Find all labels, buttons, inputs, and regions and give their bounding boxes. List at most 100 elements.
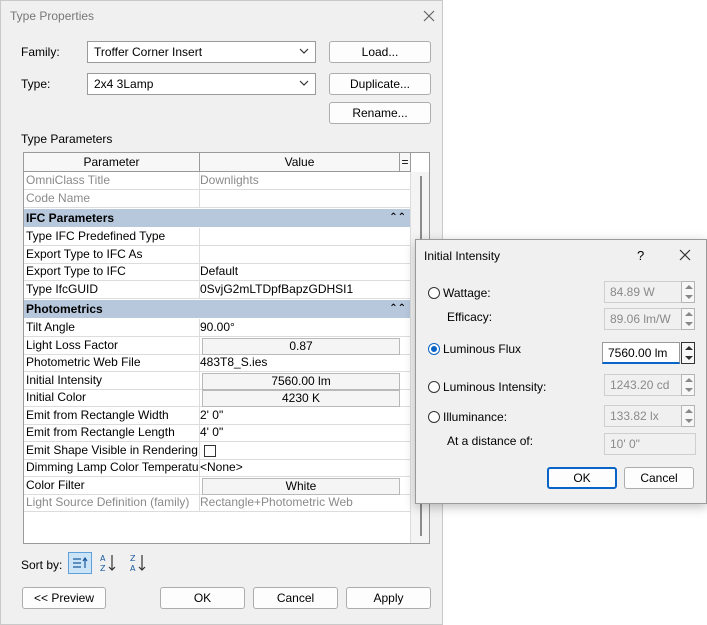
luminous-intensity-label: Luminous Intensity:: [443, 380, 547, 394]
distance-label: At a distance of:: [447, 434, 534, 448]
sort-ascending-button[interactable]: AZ: [97, 552, 121, 574]
table-row[interactable]: Tilt Angle 90.00°: [24, 319, 410, 338]
cancel-button[interactable]: Cancel: [253, 587, 338, 609]
collapse-icon[interactable]: ⌃⌃: [389, 300, 406, 318]
illuminance-label: Illuminance:: [443, 410, 508, 424]
table-row[interactable]: Emit Shape Visible in Rendering: [24, 442, 410, 461]
column-header-formula[interactable]: =: [400, 153, 411, 172]
table-row[interactable]: Code Name: [24, 190, 410, 209]
parameter-grid: Parameter Value = OmniClass Title Downli…: [23, 152, 430, 544]
parameter-value[interactable]: 0SvjG2mLTDpfBapzGDHSI1: [200, 281, 408, 298]
parameter-name: Type IFC Predefined Type: [26, 229, 166, 243]
type-label: Type:: [21, 77, 51, 91]
wattage-radio[interactable]: [428, 287, 440, 299]
parameter-value[interactable]: Default: [200, 263, 408, 280]
parameter-name: Export Type to IFC: [26, 264, 126, 278]
apply-button[interactable]: Apply: [346, 587, 431, 609]
initial-intensity-button[interactable]: 7560.00 lm: [202, 373, 400, 390]
table-row[interactable]: Light Source Definition (family) Rectang…: [24, 494, 410, 513]
sort-grouped-button[interactable]: [68, 552, 92, 574]
parameter-value[interactable]: [200, 246, 408, 263]
help-button[interactable]: ?: [637, 248, 644, 263]
close-icon[interactable]: [679, 249, 691, 261]
sort-grouped-icon: [73, 556, 88, 568]
type-value: 2x4 3Lamp: [94, 77, 154, 91]
group-header-ifc[interactable]: IFC Parameters ⌃⌃: [24, 209, 410, 227]
table-row[interactable]: Light Loss Factor 0.87: [24, 337, 410, 356]
table-row[interactable]: OmniClass Title Downlights: [24, 172, 410, 191]
duplicate-button[interactable]: Duplicate...: [329, 73, 431, 95]
column-header-value[interactable]: Value: [200, 153, 400, 172]
collapse-icon[interactable]: ⌃⌃: [389, 209, 406, 227]
type-combo[interactable]: 2x4 3Lamp: [87, 73, 316, 95]
wattage-label: Wattage:: [443, 286, 491, 300]
preview-button[interactable]: << Preview: [22, 587, 106, 609]
parameter-name: Emit from Rectangle Length: [26, 425, 175, 439]
parameter-value[interactable]: [200, 228, 408, 245]
table-row[interactable]: Emit from Rectangle Length 4' 0": [24, 424, 410, 443]
luminous-intensity-radio[interactable]: [428, 381, 440, 393]
parameter-value: Downlights: [200, 173, 259, 187]
efficacy-field: 89.06 lm/W: [604, 308, 682, 330]
table-row[interactable]: Export Type to IFC Default: [24, 263, 410, 282]
column-header-parameter[interactable]: Parameter: [24, 153, 200, 172]
parameter-value[interactable]: 4' 0": [200, 424, 408, 441]
wattage-spinner[interactable]: [681, 281, 695, 303]
initial-color-button[interactable]: 4230 K: [202, 390, 400, 407]
efficacy-spinner[interactable]: [681, 308, 695, 330]
parameter-value[interactable]: 483T8_S.ies: [200, 354, 408, 371]
close-icon[interactable]: [423, 10, 435, 22]
load-button[interactable]: Load...: [329, 41, 431, 63]
parameter-name: Emit from Rectangle Width: [26, 408, 169, 422]
efficacy-label: Efficacy:: [447, 310, 493, 324]
table-row[interactable]: Initial Intensity 7560.00 lm: [24, 372, 410, 391]
chevron-down-icon: [299, 80, 309, 86]
table-row[interactable]: Initial Color 4230 K: [24, 389, 410, 408]
parameter-name: Emit Shape Visible in Rendering: [26, 443, 198, 457]
table-row[interactable]: Photometric Web File 483T8_S.ies: [24, 354, 410, 373]
distance-field: 10' 0": [604, 433, 696, 455]
light-loss-factor-button[interactable]: 0.87: [202, 338, 400, 355]
distance-value: 10' 0": [610, 437, 640, 451]
type-parameters-heading: Type Parameters: [21, 132, 113, 146]
luminous-flux-spinner[interactable]: [681, 342, 695, 364]
parameter-name: Tilt Angle: [26, 320, 75, 334]
luminous-flux-input[interactable]: 7560.00 lm: [602, 342, 680, 364]
luminous-flux-label: Luminous Flux: [443, 342, 522, 356]
popup-cancel-button[interactable]: Cancel: [624, 467, 694, 489]
sort-descending-button[interactable]: ZA: [127, 552, 151, 574]
parameter-value[interactable]: 2' 0": [200, 407, 408, 424]
luminous-flux-radio[interactable]: [428, 343, 440, 355]
parameter-name: OmniClass Title: [26, 173, 111, 187]
luminous-intensity-spinner[interactable]: [681, 374, 695, 396]
svg-text:Z: Z: [130, 554, 136, 563]
parameter-value[interactable]: <None>: [200, 459, 408, 476]
luminous-flux-value: 7560.00 lm: [608, 346, 668, 360]
illuminance-spinner[interactable]: [681, 405, 695, 427]
family-combo[interactable]: Troffer Corner Insert: [87, 41, 316, 63]
table-row[interactable]: Export Type to IFC As: [24, 246, 410, 265]
ok-button[interactable]: OK: [160, 587, 245, 609]
group-title: IFC Parameters: [26, 211, 115, 225]
popup-title: Initial Intensity: [424, 249, 501, 263]
sort-descending-icon: ZA: [130, 554, 146, 573]
table-row[interactable]: Emit from Rectangle Width 2' 0": [24, 407, 410, 426]
group-header-photometrics[interactable]: Photometrics ⌃⌃: [24, 300, 410, 318]
parameter-name: Initial Intensity: [26, 373, 103, 387]
color-filter-button[interactable]: White: [202, 478, 400, 495]
table-row[interactable]: Type IFC Predefined Type: [24, 228, 410, 247]
illuminance-radio[interactable]: [428, 411, 440, 423]
popup-ok-button[interactable]: OK: [547, 467, 617, 489]
table-row[interactable]: Type IfcGUID 0SvjG2mLTDpfBapzGDHSI1: [24, 281, 410, 300]
rename-button[interactable]: Rename...: [329, 102, 431, 124]
sort-by-label: Sort by:: [21, 558, 63, 572]
luminous-intensity-field: 1243.20 cd: [604, 374, 682, 396]
parameter-name: Light Source Definition (family): [26, 495, 190, 509]
table-row[interactable]: Color Filter White: [24, 477, 410, 496]
illuminance-field: 133.82 lx: [604, 405, 682, 427]
table-row[interactable]: Dimming Lamp Color Temperatur <None>: [24, 459, 410, 478]
emit-shape-checkbox[interactable]: [204, 445, 216, 457]
parameter-value[interactable]: 90.00°: [200, 319, 408, 336]
parameter-name: Initial Color: [26, 390, 87, 404]
dialog-title: Type Properties: [10, 9, 95, 23]
